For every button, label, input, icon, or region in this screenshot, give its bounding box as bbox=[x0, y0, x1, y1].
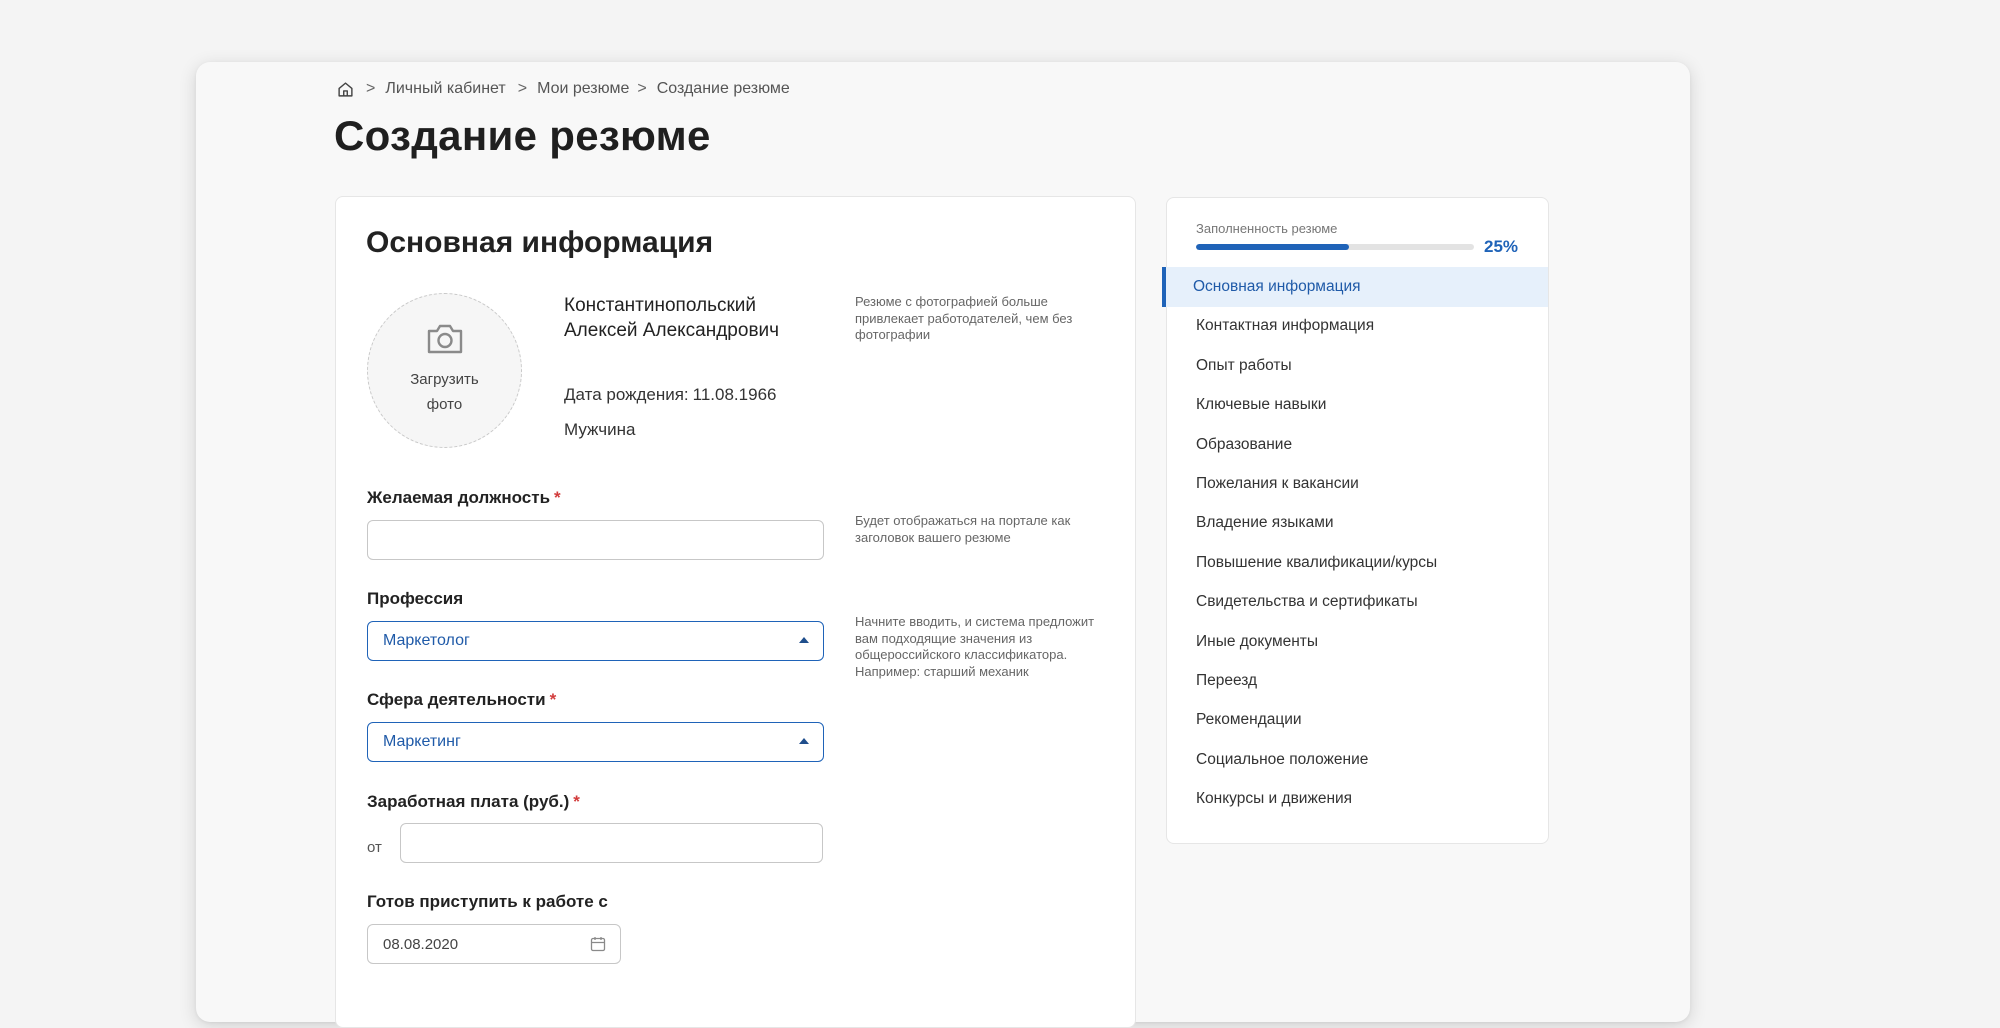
sphere-label: Сфера деятельности * bbox=[367, 690, 556, 710]
sidebar-item-work-experience[interactable]: Опыт работы bbox=[1166, 346, 1548, 386]
sidebar-item-social-status[interactable]: Социальное положение bbox=[1166, 740, 1548, 780]
sidebar-item-education[interactable]: Образование bbox=[1166, 425, 1548, 465]
breadcrumb-item-current: Создание резюме bbox=[656, 80, 790, 97]
sidebar-item-competitions[interactable]: Конкурсы и движения bbox=[1166, 779, 1548, 819]
person-name: Константинопольский Алексей Александрови… bbox=[564, 295, 780, 341]
breadcrumb-item-my-resumes[interactable]: Мои резюме bbox=[537, 80, 629, 98]
chevron-up-icon bbox=[799, 738, 809, 744]
sidebar-item-job-preferences[interactable]: Пожелания к вакансии bbox=[1166, 464, 1548, 504]
breadcrumb-separator: > bbox=[517, 80, 528, 97]
profession-value: Маркетолог bbox=[383, 632, 470, 649]
sidebar-item-main-info[interactable]: Основная информация bbox=[1162, 267, 1548, 307]
salary-input[interactable] bbox=[400, 823, 823, 863]
start-date-input[interactable]: 08.08.2020 bbox=[367, 924, 621, 964]
salary-label-text: Заработная плата (руб.) bbox=[367, 792, 570, 811]
upload-photo-button[interactable]: Загрузить фото bbox=[367, 293, 522, 448]
section-title: Основная информация bbox=[366, 226, 714, 259]
progress-bar bbox=[1196, 244, 1474, 250]
person-gender: Мужчина bbox=[564, 420, 636, 439]
salary-label: Заработная плата (руб.) * bbox=[367, 792, 580, 812]
position-label-text: Желаемая должность bbox=[367, 488, 551, 507]
sidebar-item-relocation[interactable]: Переезд bbox=[1166, 661, 1548, 701]
page-title: Создание резюме bbox=[334, 112, 711, 159]
chevron-up-icon bbox=[799, 637, 809, 643]
position-input[interactable] bbox=[367, 520, 824, 560]
sidebar-item-other-documents[interactable]: Иные документы bbox=[1166, 622, 1548, 662]
breadcrumb-item-cabinet[interactable]: Личный кабинет bbox=[385, 80, 505, 98]
sidebar-item-certificates[interactable]: Свидетельства и сертификаты bbox=[1166, 582, 1548, 622]
breadcrumb: > Личный кабинет > Мои резюме > Создание… bbox=[336, 79, 790, 99]
sidebar-item-contact-info[interactable]: Контактная информация bbox=[1166, 306, 1548, 346]
start-date-label: Готов приступить к работе с bbox=[367, 892, 608, 911]
progress-label: Заполненность резюме bbox=[1196, 221, 1338, 236]
profession-select[interactable]: Маркетолог bbox=[367, 621, 824, 661]
progress-percent: 25% bbox=[1484, 237, 1519, 256]
position-label: Желаемая должность * bbox=[367, 488, 561, 508]
person-birthdate: Дата рождения: 11.08.1966 bbox=[564, 385, 776, 405]
required-mark: * bbox=[549, 690, 557, 709]
progress-fill bbox=[1196, 244, 1349, 250]
sphere-value: Маркетинг bbox=[383, 733, 461, 750]
sidebar-item-courses[interactable]: Повышение квалификации/курсы bbox=[1166, 543, 1548, 583]
calendar-icon[interactable] bbox=[590, 936, 606, 952]
sidebar-item-recommendations[interactable]: Рекомендации bbox=[1166, 700, 1548, 740]
photo-hint: Резюме с фотографией больше привлекает р… bbox=[855, 294, 1073, 342]
profession-hint: Начните вводить, и система предложит вам… bbox=[855, 614, 1095, 679]
salary-from-label: от bbox=[367, 839, 382, 856]
sidebar-item-languages[interactable]: Владение языками bbox=[1166, 503, 1548, 543]
required-mark: * bbox=[554, 488, 561, 507]
start-date-value: 08.08.2020 bbox=[383, 935, 459, 953]
upload-photo-label: Загрузить фото bbox=[410, 370, 479, 413]
breadcrumb-separator: > bbox=[366, 80, 376, 97]
profession-label: Профессия bbox=[367, 589, 464, 608]
position-hint: Будет отображаться на портале как заголо… bbox=[855, 513, 1071, 545]
required-mark: * bbox=[573, 792, 580, 811]
sidebar-item-key-skills[interactable]: Ключевые навыки bbox=[1166, 385, 1548, 425]
camera-icon bbox=[427, 324, 462, 353]
birthdate-label: Дата рождения: bbox=[564, 385, 689, 404]
sphere-select[interactable]: Маркетинг bbox=[367, 722, 824, 762]
sphere-label-text: Сфера деятельности bbox=[367, 690, 546, 709]
home-icon[interactable] bbox=[336, 80, 354, 98]
breadcrumb-separator: > bbox=[637, 80, 647, 97]
birthdate-value: 11.08.1966 bbox=[692, 385, 777, 404]
